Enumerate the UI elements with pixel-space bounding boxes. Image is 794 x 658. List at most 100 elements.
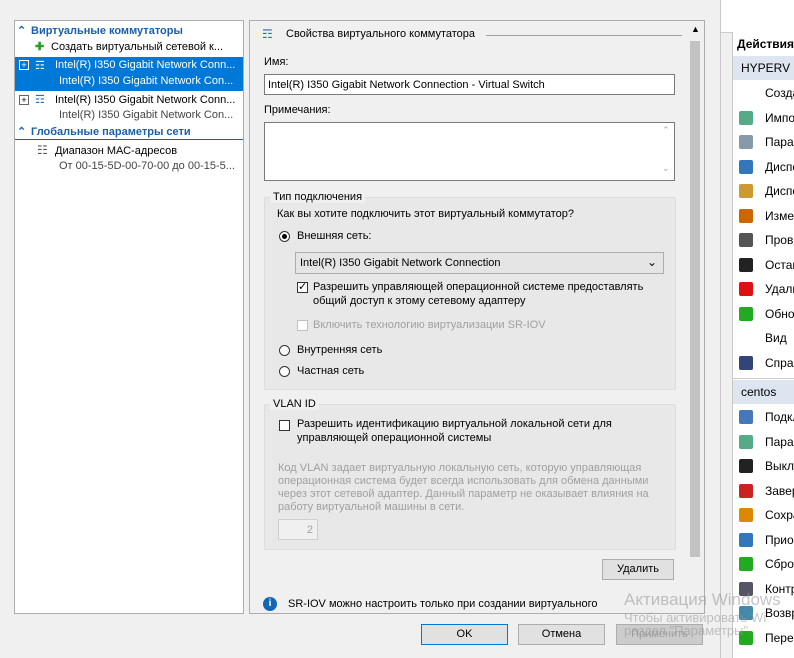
internal-network-label: Внутренняя сеть	[297, 344, 383, 356]
name-input[interactable]	[264, 74, 675, 95]
tree-item-switch[interactable]: + ☶ Intel(R) I350 Gigabit Network Conn..…	[15, 92, 243, 126]
action-item[interactable]: Пере	[733, 626, 794, 650]
adapter-select[interactable]: Intel(R) I350 Gigabit Network Connection…	[295, 252, 664, 274]
section-hyperv-label: HYPERV	[741, 61, 791, 75]
apply-button[interactable]: Применить	[616, 624, 703, 645]
host-background	[721, 0, 794, 33]
panel-scrollbar[interactable]: ▲	[687, 23, 703, 583]
connection-question: Как вы хотите подключить этот виртуальны…	[277, 208, 575, 220]
vlan-group: VLAN ID Разрешить идентификацию виртуаль…	[264, 398, 676, 550]
tree-item-mac-range[interactable]: ☷ Диапазон МАС-адресов От 00-15-5D-00-70…	[15, 143, 243, 177]
vlan-id-input[interactable]: 2	[278, 519, 318, 540]
action-item[interactable]: Парам	[733, 130, 794, 154]
action-item[interactable]: Созда	[733, 81, 794, 105]
action-item[interactable]: Сохра	[733, 503, 794, 527]
action-label: Парам	[765, 135, 794, 149]
allow-mgmt-checkbox[interactable]: ✓	[297, 281, 308, 293]
action-icon	[739, 434, 753, 449]
action-item[interactable]: Остан	[733, 253, 794, 277]
collapse-icon: ⌃	[17, 126, 27, 138]
action-item[interactable]: Прио	[733, 528, 794, 552]
settings-tree: ⌃ Виртуальные коммутаторы ✚ Создать виртуа…	[14, 20, 244, 614]
expand-icon[interactable]: +	[19, 60, 29, 70]
action-item[interactable]: Возвр	[733, 601, 794, 625]
action-icon	[739, 630, 753, 645]
adapter-selected-value: Intel(R) I350 Gigabit Network Connection	[300, 257, 501, 269]
action-item[interactable]: Завер	[733, 479, 794, 503]
action-label: Изме	[765, 208, 794, 223]
allow-mgmt-label-2: общий доступ к этому сетевому адаптеру	[313, 295, 526, 307]
action-label: Справ	[765, 355, 794, 370]
vlan-enable-label-2: управляющей операционной системы	[297, 432, 492, 444]
action-label: Сохра	[765, 508, 794, 522]
action-item[interactable]: Сбро	[733, 552, 794, 576]
action-icon	[739, 86, 753, 100]
action-label: Возвр	[765, 606, 794, 620]
scroll-down-icon[interactable]: ⌄	[662, 163, 670, 174]
action-label: Созда	[765, 86, 794, 100]
action-icon	[739, 606, 753, 620]
switch-name: Intel(R) I350 Gigabit Network Conn...	[55, 94, 236, 106]
section-hyperv[interactable]: HYPERV	[733, 56, 794, 80]
action-item[interactable]: Диспе	[733, 179, 794, 203]
switch-adapter: Intel(R) I350 Gigabit Network Con...	[59, 75, 234, 87]
action-item[interactable]: Удали	[733, 277, 794, 301]
allow-mgmt-label-1: Разрешить управляющей операционной систе…	[313, 281, 644, 293]
sriov-checkbox[interactable]	[297, 320, 308, 331]
internal-network-radio[interactable]	[279, 345, 290, 356]
remove-button[interactable]: Удалить	[602, 559, 674, 580]
tree-section-global[interactable]: ⌃ Глобальные параметры сети	[17, 125, 241, 138]
network-switch-icon: ☶	[35, 94, 45, 106]
notes-textarea[interactable]: ⌃ ⌄	[264, 122, 675, 181]
action-label: Остан	[765, 257, 794, 272]
action-item[interactable]: Вид	[733, 326, 794, 350]
action-item[interactable]: Изме	[733, 204, 794, 228]
dialog-top-border	[0, 0, 720, 20]
tree-section-virtual-switches[interactable]: ⌃ Виртуальные коммутаторы	[17, 24, 241, 37]
action-label: Контр	[765, 581, 794, 596]
action-icon	[739, 532, 753, 547]
action-icon	[739, 355, 753, 370]
action-item[interactable]: Справ	[733, 351, 794, 375]
action-icon	[739, 557, 753, 571]
notes-label: Примечания:	[264, 104, 331, 116]
action-icon	[739, 581, 753, 596]
action-item[interactable]: Диспе	[733, 155, 794, 179]
network-switch-icon: ☶	[35, 60, 45, 72]
action-label: Пров	[765, 233, 794, 247]
title-rule	[486, 35, 682, 36]
section-centos-label: centos	[741, 385, 777, 399]
radio-selected[interactable]	[279, 231, 290, 242]
tree-item-create-switch[interactable]: ✚ Создать виртуальный сетевой к...	[35, 40, 241, 53]
action-item[interactable]: Контр	[733, 577, 794, 601]
action-label: Пере	[765, 630, 794, 645]
action-item[interactable]: Выкл	[733, 454, 794, 478]
action-icon	[739, 184, 753, 198]
notes-scrollbar[interactable]: ⌃ ⌄	[658, 123, 674, 180]
action-item[interactable]: Обно	[733, 302, 794, 326]
action-label: Удали	[765, 282, 794, 296]
section-centos[interactable]: centos	[733, 380, 794, 404]
mac-range-value: От 00-15-5D-00-70-00 до 00-15-5...	[59, 160, 235, 172]
action-item[interactable]: Подкл	[733, 405, 794, 429]
action-item[interactable]: Парам	[733, 430, 794, 454]
actions-header: Действия	[737, 37, 794, 51]
action-label: Парам	[765, 434, 794, 449]
private-network-radio[interactable]	[279, 366, 290, 377]
divider-line	[15, 139, 243, 140]
scrollbar-thumb[interactable]	[690, 41, 700, 557]
action-label: Вид	[765, 331, 787, 345]
action-item[interactable]: Импо	[733, 106, 794, 130]
mac-address-icon: ☷	[37, 143, 48, 157]
checkmark-icon: ✓	[298, 281, 308, 293]
vlan-enable-checkbox[interactable]	[279, 420, 290, 431]
ok-button[interactable]: OK	[421, 624, 508, 645]
sriov-info-text: SR-IOV можно настроить только при создан…	[288, 598, 598, 610]
action-item[interactable]: Пров	[733, 228, 794, 252]
scroll-up-icon[interactable]: ▲	[691, 24, 700, 34]
tree-item-switch-selected[interactable]: + ☶ Intel(R) I350 Gigabit Network Conn..…	[15, 57, 243, 91]
connection-type-group: Тип подключения Как вы хотите подключить…	[264, 191, 676, 390]
cancel-button[interactable]: Отмена	[518, 624, 605, 645]
expand-icon[interactable]: +	[19, 95, 29, 105]
scroll-up-icon[interactable]: ⌃	[662, 125, 670, 136]
